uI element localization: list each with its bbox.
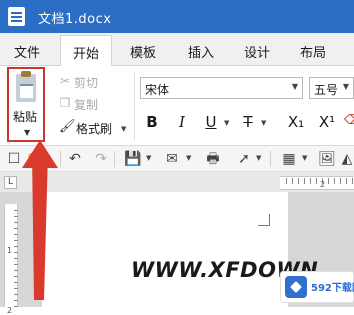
save-icon[interactable]: 💾	[124, 150, 142, 168]
ruler-number: 2	[7, 306, 13, 315]
document-page[interactable]	[42, 192, 288, 307]
toolbar-divider	[114, 151, 115, 167]
menu-template[interactable]: 模板	[130, 42, 156, 61]
menu-design[interactable]: 设计	[244, 42, 270, 61]
italic-button[interactable]: I	[175, 113, 189, 131]
chevron-down-icon: ▼	[342, 82, 349, 91]
document-icon	[8, 7, 25, 26]
paste-dropdown-icon[interactable]: ▼	[24, 128, 30, 137]
email-dropdown-icon[interactable]: ▼	[186, 154, 191, 162]
underline-dropdown-icon[interactable]: ▼	[224, 119, 229, 127]
copy-icon: ❐	[59, 96, 71, 110]
paste-button[interactable]: 粘贴 ▼	[7, 67, 45, 142]
shape-icon[interactable]: ◭	[340, 150, 354, 168]
cut-button[interactable]: 剪切	[74, 74, 98, 91]
site-badge: 592下载网	[280, 271, 354, 303]
home-ribbon: 粘贴 ▼ ✂ 剪切 ❐ 复制 🖌 格式刷 ▼ 宋体 ▼ 五号 ▼ B I U ▼…	[0, 66, 354, 146]
strikethrough-button[interactable]: T	[241, 113, 255, 131]
email-icon[interactable]: ✉	[162, 150, 182, 168]
underline-button[interactable]: U	[204, 113, 218, 131]
tab-stop-selector[interactable]: L	[4, 176, 17, 189]
open-folder-icon[interactable]: 📁	[26, 150, 44, 168]
save-dropdown-icon[interactable]: ▼	[146, 154, 151, 162]
ruler-row: L 2	[0, 172, 354, 192]
undo-icon[interactable]: ↶	[66, 150, 84, 168]
toolbar-divider	[270, 151, 271, 167]
site-badge-text: 592下载网	[311, 283, 354, 294]
paste-label: 粘贴	[13, 110, 38, 124]
ruler-number: 2	[320, 180, 326, 189]
copy-button[interactable]: 复制	[74, 96, 98, 113]
brush-icon: 🖌	[59, 119, 76, 134]
bold-button[interactable]: B	[145, 113, 159, 131]
title-bar: 文档1.docx	[0, 0, 354, 33]
document-title: 文档1.docx	[38, 12, 112, 27]
print-icon[interactable]: 🖶	[203, 150, 223, 168]
pointer-dropdown-icon[interactable]: ▼	[256, 154, 261, 162]
site-logo-icon	[285, 276, 307, 298]
clipboard-icon	[16, 71, 36, 102]
menu-home[interactable]: 开始	[60, 35, 113, 67]
font-size-value: 五号	[314, 83, 339, 97]
horizontal-ruler[interactable]: 2	[280, 176, 354, 190]
page-margin-marker	[258, 214, 270, 226]
toolbar-divider	[60, 151, 61, 167]
table-dropdown-icon[interactable]: ▼	[302, 154, 307, 162]
quick-toolbar: ☐ 📁 ↶ ↷ 💾 ▼ ✉ ▼ 🖶 ➚ ▼ ▦ ▼ 🖼 ◭	[0, 146, 354, 172]
strikethrough-dropdown-icon[interactable]: ▼	[261, 119, 266, 127]
table-icon[interactable]: ▦	[280, 150, 298, 168]
image-icon[interactable]: 🖼	[318, 150, 336, 168]
format-painter-button[interactable]: 格式刷	[76, 120, 112, 137]
font-name-select[interactable]: 宋体 ▼	[140, 77, 303, 99]
menu-layout[interactable]: 布局	[300, 42, 326, 61]
subscript-button[interactable]: X₁	[285, 113, 307, 131]
menu-file[interactable]: 文件	[14, 42, 40, 61]
new-document-icon[interactable]: ☐	[6, 150, 22, 168]
ruler-ticks	[14, 210, 18, 307]
font-size-select[interactable]: 五号 ▼	[309, 77, 354, 99]
font-name-value: 宋体	[145, 83, 170, 97]
menu-insert[interactable]: 插入	[188, 42, 214, 61]
vertical-ruler[interactable]: 1 2	[4, 204, 18, 315]
group-divider	[134, 72, 135, 140]
menu-bar: 文件 开始 模板 插入 设计 布局	[0, 33, 354, 67]
scissors-icon: ✂	[59, 74, 71, 88]
clear-format-icon[interactable]: ⌫	[344, 113, 354, 128]
redo-icon[interactable]: ↷	[92, 150, 110, 168]
superscript-button[interactable]: X¹	[316, 113, 338, 131]
chevron-down-icon: ▼	[291, 82, 298, 91]
ruler-number: 1	[7, 246, 13, 255]
pointer-icon[interactable]: ➚	[236, 150, 252, 168]
format-painter-dropdown-icon[interactable]: ▼	[121, 125, 126, 133]
